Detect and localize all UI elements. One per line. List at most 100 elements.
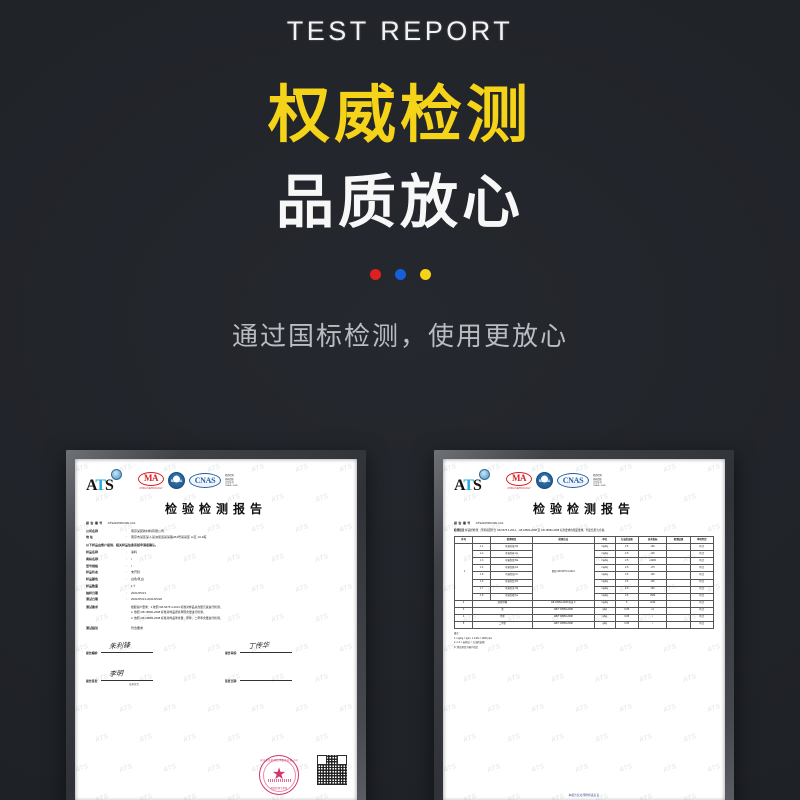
table-cell-item: 可溶性钡 Ba xyxy=(490,557,533,566)
globe-icon xyxy=(111,469,122,480)
table-cell-verdict: 符合 xyxy=(689,599,715,608)
summary-label: 检测结论 xyxy=(454,528,465,532)
certificate-frame-right[interactable]: ATS ATS ATS ATS ATS ATS ATS ATS ATS ATS ATS ATS ATS A… xyxy=(434,450,734,800)
report-field-value: 涂料 xyxy=(131,550,138,555)
table-cell-result xyxy=(666,578,691,587)
report-field-row: 型号规格: / xyxy=(86,564,346,568)
table-cell-item: 可溶性砷 As xyxy=(490,550,533,559)
table-cell-verdict: 符合 xyxy=(689,571,715,580)
table-cell-verdict: 符合 xyxy=(689,613,715,622)
requirement-line: 根据客户要求：1.依照 GB 6675.4-2014 标准对样品总含量元素进行检… xyxy=(131,604,223,609)
report-field-value: 2021/05/13-2021/05/20 xyxy=(131,597,163,602)
signature-handwriting: 朱利锋 xyxy=(108,641,131,651)
certificate-image-right: ATS ATS ATS ATS ATS ATS ATS ATS ATS ATS ATS ATS ATS A… xyxy=(443,459,725,800)
table-cell-spec: ≤75 xyxy=(637,564,668,573)
report-number-value: ATS2105DK330-1C1 xyxy=(475,521,504,526)
report-field-value: 1个 xyxy=(131,583,136,588)
table-cell-result xyxy=(666,585,691,594)
accreditation-marks: MA CHINA METROLOGY BoCMA CNAS 检验检测 机构资质 认定… xyxy=(506,469,606,490)
table-cell-index: 3 xyxy=(453,606,474,615)
table-cell-unit: mg/kg xyxy=(593,592,616,601)
report-field-value: 白色/乳白 xyxy=(131,577,144,582)
table-cell-method: GB/T 18583-2008 xyxy=(531,606,595,615)
table-cell-unit: g/kg xyxy=(593,613,616,622)
table-footnotes: 备注: 1. mg/kg = ppm, 1 mPa = 1000 ppm 2. n… xyxy=(454,632,714,650)
report-field-value: 南京某装新材料有限公司 xyxy=(131,528,165,533)
logo-letter-s: S xyxy=(473,477,482,494)
stamp-arc-text: 南京某某检测技术服务有限公司 xyxy=(260,759,298,762)
table-cell-item: 二甲苯 xyxy=(472,620,533,629)
table-column-header: 检测项目 xyxy=(490,536,533,545)
signature-line: 丁传华 xyxy=(239,641,292,654)
bocma-label: BoCMA xyxy=(538,478,551,483)
logo-letter-a: A xyxy=(86,477,96,494)
certificate-gallery: ATS ATS ATS ATS ATS ATS ATS ATS ATS ATS ATS ATS ATS A… xyxy=(0,450,800,800)
mark-side-text: 检验检测 机构资质 认定证书 CNAS L0000 xyxy=(225,475,238,488)
table-cell-result xyxy=(666,564,691,573)
qr-code[interactable] xyxy=(317,755,347,785)
dot-yellow xyxy=(419,268,431,280)
cnas-mark-icon: CNAS xyxy=(189,473,221,489)
signature-line xyxy=(239,672,292,682)
signature-issue-date: 签发日期: xyxy=(225,672,346,686)
report-field-row: 样品状态: 未开封 xyxy=(86,570,346,574)
table-cell-lod: 0.05 xyxy=(614,606,639,615)
table-cell-item: 苯 xyxy=(472,606,533,615)
report-address-fields: 公司名称: 南京某装新材料有限公司地 址: 南京市某区某人某洲街道某某路264号某某… xyxy=(86,529,346,540)
table-cell-result xyxy=(666,613,691,622)
report-field-value: / xyxy=(131,563,132,568)
table-cell-lod: 2.5 xyxy=(614,585,639,594)
table-cell-method: GB 18582-2008 附录 C xyxy=(531,599,595,608)
table-cell-result xyxy=(666,620,691,629)
report-field-row: 样品数量:1个 xyxy=(86,584,346,588)
report-number-left: 报 告 编 号 ATS2105DK330-1C1 xyxy=(86,521,346,525)
table-cell-result xyxy=(666,543,691,552)
report-field-label: 样品状态 xyxy=(86,570,99,575)
ats-logo: ATS xyxy=(454,469,506,497)
ats-logo: ATS xyxy=(86,469,138,497)
summary-row: 检测结论 样品经检测：所测项目符合 GB 6675.4-2014、GB 1858… xyxy=(454,529,714,533)
table-cell-verdict: 符合 xyxy=(689,564,715,573)
mark-side-text: 检验检测 机构资质 认定证书 CNAS L0000 xyxy=(593,475,606,488)
certificate-frame-left[interactable]: ATS ATS ATS ATS ATS ATS ATS ATS ATS ATS ATS ATS ATS A… xyxy=(66,450,366,800)
signature-block: 报告编制: 朱利锋 报告审核: 丁传华 报告签发: 李明 技术负责 签发日期: xyxy=(86,641,346,686)
signature-label: 报告审核: xyxy=(225,651,238,656)
table-cell-result xyxy=(666,557,691,566)
signature-label: 报告编制: xyxy=(86,651,99,656)
table-cell-lod: 0.05 xyxy=(614,620,639,629)
signature-reviewed-by: 报告审核: 丁传华 xyxy=(225,641,346,656)
table-column-header: 单位 xyxy=(593,536,616,545)
report-field-row: 样品颜色: 白色/乳白 xyxy=(86,577,346,581)
table-cell-subindex: 1.5 xyxy=(472,571,492,580)
table-cell-unit: g/kg xyxy=(593,606,616,615)
cma-sublabel: CHINA METROLOGY xyxy=(139,486,163,490)
table-cell-spec: / xyxy=(637,620,668,629)
signature-line: 李明 xyxy=(100,669,153,682)
certificate-image-left: ATS ATS ATS ATS ATS ATS ATS ATS ATS ATS ATS ATS ATS A… xyxy=(75,459,357,800)
table-cell-verdict: 符合 xyxy=(689,620,715,629)
table-row: 5 二甲苯 GB/T 18583-2008 g/kg 0.05/ 符合 xyxy=(453,620,715,629)
table-cell-item: 可溶性铅 Pb xyxy=(490,578,533,587)
signature-line: 朱利锋 xyxy=(100,641,153,654)
report-field-label: 地 址 xyxy=(86,535,93,540)
table-cell-index: 5 xyxy=(453,620,474,629)
table-cell-unit: mg/kg xyxy=(593,571,616,580)
bocma-seal-icon: BoCMA xyxy=(168,472,185,490)
star-icon: ★ xyxy=(271,766,287,783)
table-cell-verdict: 符合 xyxy=(689,578,715,587)
report-number-label: 报 告 编 号 xyxy=(86,521,103,526)
logo-letter-a: A xyxy=(454,477,464,494)
report-field-value: 2021/05/13 xyxy=(131,590,147,595)
conclusion-value: 符合要求 xyxy=(131,626,144,631)
cma-mark-icon: MA xyxy=(506,472,532,486)
table-cell-lod: 5 xyxy=(614,599,639,608)
cma-label: MA xyxy=(144,473,159,484)
footnote-line: 3. 测试项目为客户指定 xyxy=(454,645,479,649)
table-cell-result xyxy=(666,550,691,559)
table-cell-lod: 0.05 xyxy=(614,613,639,622)
results-table: 序号 检测项目 检测方法 单位 方法检出限 技术指标 检测结果 单项判定 1 1.1 可溶性锑 S… xyxy=(453,536,715,629)
report-field-label: 样品数量 xyxy=(86,583,99,588)
dot-red xyxy=(369,268,381,280)
promo-page: TEST REPORT 权威检测 品质放心 通过国标检测，使用更放心 ATS AT… xyxy=(0,0,800,800)
conclusion-label: 测试结论 xyxy=(86,626,99,631)
